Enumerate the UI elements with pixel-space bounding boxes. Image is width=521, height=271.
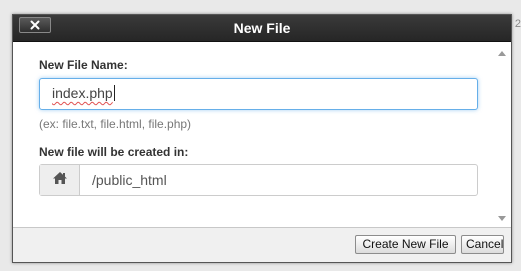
cancel-button[interactable]: Cancel [461,235,504,254]
new-file-dialog: New File New File Name: index.php (ex: f… [12,14,512,263]
dialog-title: New File [233,20,291,36]
file-name-value: index.php [52,85,113,101]
scroll-up-icon[interactable] [498,51,506,56]
file-name-label: New File Name: [39,58,128,72]
location-field[interactable]: /public_html [39,164,478,196]
text-caret [113,85,115,101]
dialog-footer: Create New File Cancel [13,227,511,262]
scroll-down-icon[interactable] [498,216,506,221]
location-value[interactable]: /public_html [80,165,477,195]
dialog-body: New File Name: index.php (ex: file.txt, … [13,43,511,229]
create-new-file-button[interactable]: Create New File [355,235,456,254]
file-name-input[interactable]: index.php [39,78,478,110]
location-addon [40,165,80,195]
dialog-titlebar: New File [13,15,511,42]
background-text: 2 [514,18,521,30]
location-label: New file will be created in: [39,145,189,159]
file-name-hint: (ex: file.txt, file.html, file.php) [39,117,192,131]
dialog-scrollbar[interactable] [495,45,509,227]
home-icon [52,171,68,190]
